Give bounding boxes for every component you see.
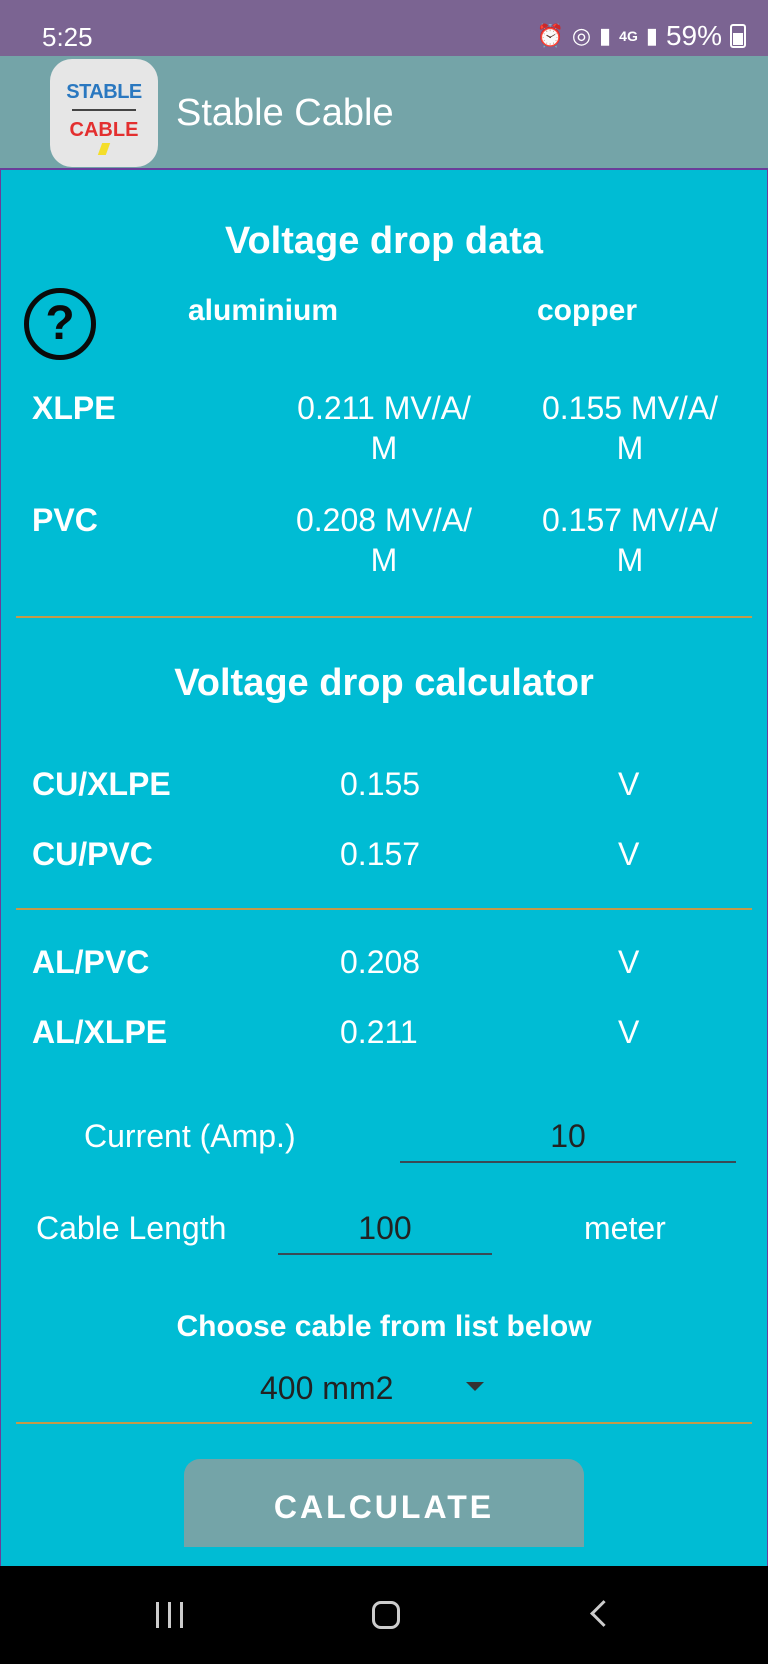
xlpe-aluminium-value-line2: M — [370, 430, 398, 466]
cable-length-label: Cable Length — [36, 1210, 227, 1246]
voltage-drop-calculator-heading: Voltage drop calculator — [174, 662, 594, 704]
pvc-aluminium-value-line1: 0.208 MV/A/ — [295, 502, 473, 538]
signal-icon-2: ▮ — [645, 23, 658, 48]
result-unit-al-pvc: V — [618, 944, 640, 980]
xlpe-aluminium-value: 0.211 MV/A/ M — [268, 388, 500, 468]
signal-icon: ▮ — [599, 23, 612, 48]
current-input-underline — [400, 1161, 736, 1163]
status-time: 5:25 — [42, 22, 93, 52]
column-header-aluminium: aluminium — [188, 294, 339, 327]
bolt-icon — [97, 143, 111, 155]
alarm-icon: ⏰ — [536, 23, 564, 48]
pvc-aluminium-value-line2: M — [370, 542, 398, 578]
result-label-al-pvc: AL/PVC — [32, 944, 150, 980]
result-unit-al-xlpe: V — [618, 1014, 640, 1050]
pvc-copper-value: 0.157 MV/A/ M — [514, 500, 746, 580]
status-icons: ⏰ ◎ ▮ 4G ▮ 59% — [536, 20, 746, 52]
cable-size-selected: 400 mm2 — [260, 1370, 394, 1406]
logo-text-stable: STABLE — [66, 81, 142, 103]
hotspot-icon: ◎ — [571, 23, 592, 48]
result-label-cu-xlpe: CU/XLPE — [32, 766, 171, 802]
result-label-cu-pvc: CU/PVC — [32, 836, 153, 872]
result-value-al-xlpe: 0.211 — [340, 1014, 418, 1050]
result-value-al-pvc: 0.208 — [340, 944, 421, 980]
app-logo: STABLE CABLE — [50, 59, 158, 167]
result-unit-cu-xlpe: V — [618, 766, 640, 802]
result-value-cu-xlpe: 0.155 — [340, 766, 421, 802]
xlpe-copper-value-line1: 0.155 MV/A/ — [541, 390, 719, 426]
cable-length-unit: meter — [584, 1210, 666, 1246]
calculate-button[interactable]: CALCULATE — [184, 1459, 584, 1547]
recents-icon[interactable] — [156, 1602, 186, 1628]
result-unit-cu-pvc: V — [618, 836, 640, 872]
column-header-copper: copper — [537, 294, 638, 327]
choose-cable-label: Choose cable from list below — [176, 1310, 592, 1343]
pvc-copper-value-line1: 0.157 MV/A/ — [541, 502, 719, 538]
pvc-copper-value-line2: M — [616, 542, 644, 578]
divider — [16, 616, 752, 618]
voltage-drop-data-heading: Voltage drop data — [224, 220, 544, 262]
xlpe-copper-value: 0.155 MV/A/ M — [514, 388, 746, 468]
divider — [16, 1422, 752, 1424]
app-title: Stable Cable — [176, 92, 394, 134]
battery-level: 59% — [665, 20, 722, 51]
battery-icon — [730, 24, 746, 48]
divider — [16, 908, 752, 910]
cable-length-input[interactable]: 100 — [278, 1210, 492, 1247]
network-type-label: 4G — [619, 28, 638, 44]
row-label-xlpe: XLPE — [32, 390, 116, 426]
xlpe-copper-value-line2: M — [616, 430, 644, 466]
cable-size-dropdown[interactable]: 400 mm2 — [236, 1366, 496, 1412]
help-icon[interactable]: ? — [24, 288, 96, 360]
home-icon[interactable] — [372, 1601, 400, 1629]
result-label-al-xlpe: AL/XLPE — [32, 1014, 168, 1050]
dropdown-arrow-icon — [466, 1382, 484, 1391]
logo-text-cable: CABLE — [69, 119, 139, 141]
pvc-aluminium-value: 0.208 MV/A/ M — [268, 500, 500, 580]
status-bar: 5:25 ⏰ ◎ ▮ 4G ▮ 59% — [0, 0, 768, 56]
row-label-pvc: PVC — [32, 502, 98, 538]
logo-divider — [72, 109, 136, 111]
current-input[interactable]: 10 — [400, 1118, 736, 1155]
cable-length-input-underline — [278, 1253, 492, 1255]
result-value-cu-pvc: 0.157 — [340, 836, 421, 872]
current-label: Current (Amp.) — [84, 1118, 296, 1154]
xlpe-aluminium-value-line1: 0.211 MV/A/ — [297, 390, 471, 426]
